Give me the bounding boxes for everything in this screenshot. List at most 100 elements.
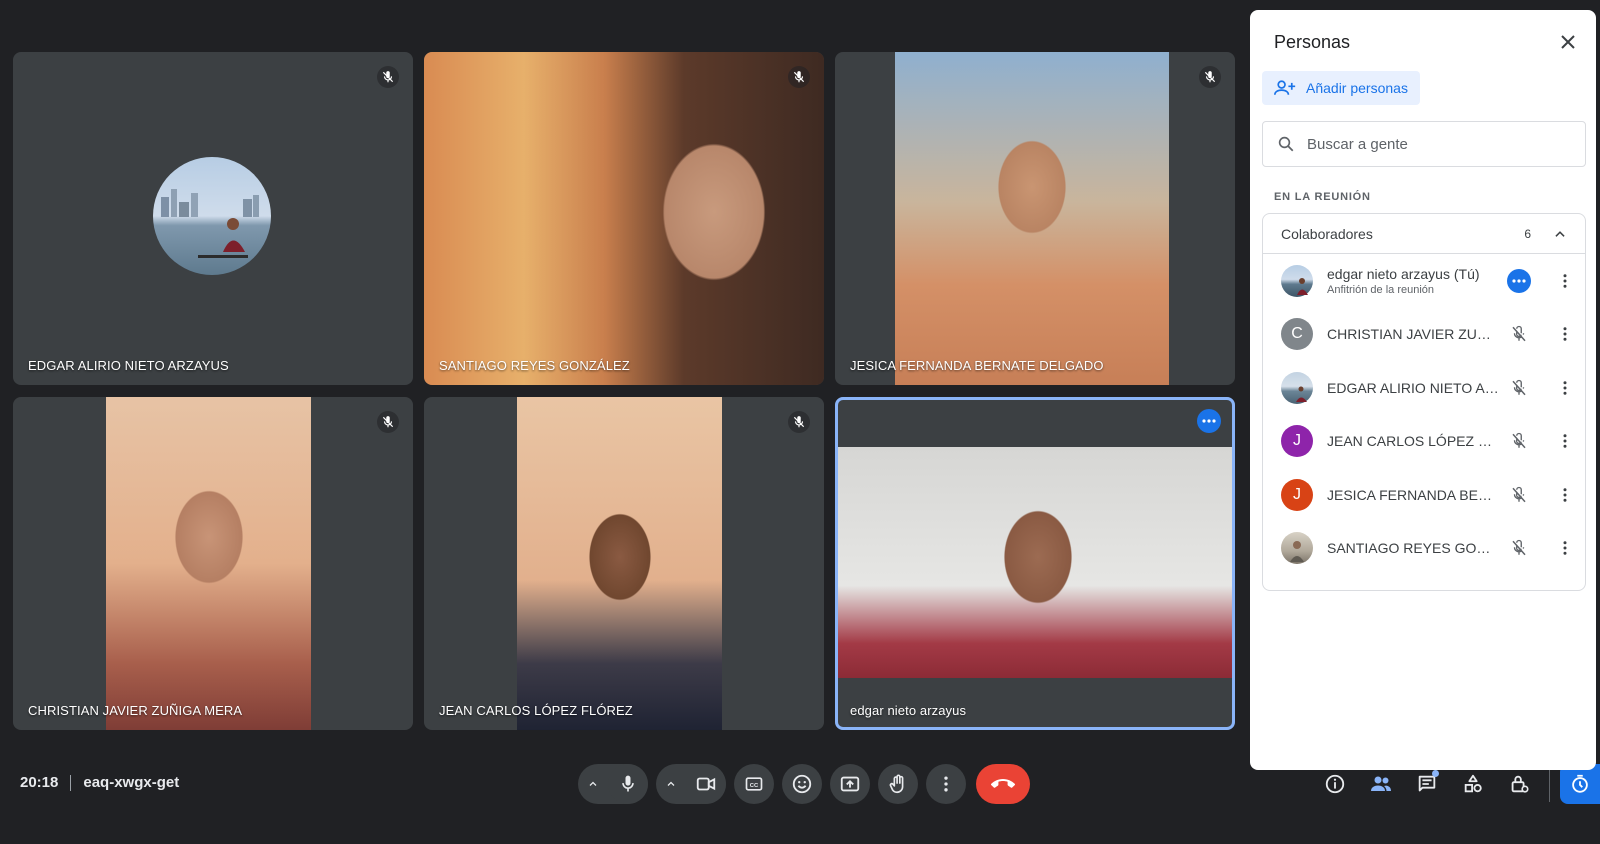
panel-title: Personas: [1274, 32, 1351, 52]
meeting-info: 20:18 eaq-xwgx-get: [20, 774, 179, 791]
participant-name: JESICA FERNANDA BERNATE DELGADO: [850, 358, 1104, 373]
participant-video: [424, 52, 824, 385]
muted-icon: [788, 411, 810, 433]
more-vert-icon: [944, 776, 948, 792]
captions-icon: CC: [745, 777, 763, 791]
mic-button[interactable]: [608, 764, 648, 804]
search-input[interactable]: [1307, 135, 1557, 153]
timer-button[interactable]: [1560, 764, 1600, 804]
add-person-icon: [1274, 80, 1296, 95]
muted-icon: [377, 411, 399, 433]
mic-off-icon: [1507, 376, 1531, 400]
svg-text:CC: CC: [750, 783, 759, 789]
divider: [70, 774, 72, 791]
section-label: EN LA REUNIÓN: [1274, 191, 1371, 203]
people-button[interactable]: 6: [1361, 752, 1401, 804]
participant-tile[interactable]: EDGAR ALIRIO NIETO ARZAYUS: [13, 52, 413, 385]
participant-row[interactable]: EDGAR ALIRIO NIETO AR...: [1263, 361, 1585, 415]
group-count: 6: [1524, 226, 1531, 241]
emoji-icon: [792, 774, 812, 794]
activities-icon: [1464, 774, 1482, 793]
mic-off-icon: [1507, 536, 1531, 560]
more-vert-icon[interactable]: [1553, 536, 1577, 560]
participant-video: [895, 52, 1169, 385]
avatar: J: [1281, 425, 1313, 458]
participant-row[interactable]: J JEAN CARLOS LÓPEZ FL...: [1263, 415, 1585, 469]
mic-off-icon: [1507, 429, 1531, 453]
participant-name: edgar nieto arzayus: [850, 703, 967, 718]
meeting-time: 20:18: [20, 774, 59, 791]
more-vert-icon[interactable]: [1553, 429, 1577, 453]
raise-hand-icon: [889, 774, 904, 794]
participant-row[interactable]: C CHRISTIAN JAVIER ZUÑI...: [1263, 308, 1585, 362]
participant-name: SANTIAGO REYES GONZÁLEZ: [439, 358, 630, 373]
present-icon: [840, 776, 860, 792]
participant-video: [838, 447, 1232, 678]
participant-row[interactable]: J JESICA FERNANDA BERN...: [1263, 468, 1585, 522]
captions-button[interactable]: CC: [734, 764, 774, 804]
participant-tile[interactable]: JESICA FERNANDA BERNATE DELGADO: [835, 52, 1235, 385]
chat-button[interactable]: [1407, 764, 1447, 804]
participant-role: Anfitrión de la reunión: [1327, 283, 1435, 296]
hang-up-button[interactable]: [976, 764, 1030, 804]
participant-name: SANTIAGO REYES GONZ...: [1327, 540, 1499, 557]
more-options-icon[interactable]: [1507, 268, 1531, 293]
search-icon: [1278, 136, 1294, 152]
camera-button[interactable]: [686, 764, 726, 804]
mic-control: [578, 764, 648, 804]
participant-name: EDGAR ALIRIO NIETO ARZAYUS: [28, 358, 229, 373]
participant-name: JEAN CARLOS LÓPEZ FL...: [1327, 433, 1499, 450]
search-field[interactable]: [1262, 121, 1586, 167]
muted-icon: [788, 66, 810, 88]
participants-group: Colaboradores 6 edgar nieto arzayus (Tú)…: [1262, 213, 1586, 591]
participant-video: [106, 397, 311, 730]
info-icon: [1325, 774, 1345, 794]
more-vert-icon[interactable]: [1553, 376, 1577, 400]
chevron-up-icon[interactable]: [578, 764, 608, 804]
add-people-button[interactable]: Añadir personas: [1262, 71, 1420, 105]
participant-tile[interactable]: CHRISTIAN JAVIER ZUÑIGA MERA: [13, 397, 413, 730]
participant-name: edgar nieto arzayus (Tú): [1327, 265, 1480, 282]
participant-tile-self[interactable]: edgar nieto arzayus: [835, 397, 1235, 730]
call-controls: CC: [578, 764, 1030, 804]
present-button[interactable]: [830, 764, 870, 804]
raise-hand-button[interactable]: [878, 764, 918, 804]
activities-button[interactable]: [1453, 764, 1493, 804]
more-options-button[interactable]: [926, 764, 966, 804]
emoji-button[interactable]: [782, 764, 822, 804]
more-vert-icon[interactable]: [1553, 483, 1577, 507]
muted-icon: [377, 66, 399, 88]
chevron-up-icon[interactable]: [1553, 227, 1567, 241]
mic-off-icon: [1507, 483, 1531, 507]
people-icon: [1371, 776, 1391, 791]
participant-name: EDGAR ALIRIO NIETO AR...: [1327, 379, 1499, 396]
camera-icon: [696, 777, 716, 791]
participant-avatar: [153, 157, 271, 275]
avatar: [1281, 532, 1313, 565]
participant-name: CHRISTIAN JAVIER ZUÑIGA MERA: [28, 703, 243, 718]
participant-name: JESICA FERNANDA BERN...: [1327, 486, 1499, 503]
notification-dot: [1432, 770, 1439, 777]
info-button[interactable]: [1315, 764, 1355, 804]
avatar: J: [1281, 478, 1313, 511]
host-controls-icon: [1511, 775, 1529, 793]
close-icon[interactable]: [1556, 30, 1580, 54]
hang-up-icon: [991, 779, 1015, 788]
more-vert-icon[interactable]: [1553, 322, 1577, 346]
chevron-up-icon[interactable]: [656, 764, 686, 804]
more-options-icon[interactable]: [1197, 409, 1221, 433]
muted-icon: [1199, 66, 1221, 88]
participant-row[interactable]: SANTIAGO REYES GONZ...: [1263, 522, 1585, 576]
add-people-label: Añadir personas: [1306, 80, 1408, 96]
participant-tile[interactable]: JEAN CARLOS LÓPEZ FLÓREZ: [424, 397, 824, 730]
participant-tile[interactable]: SANTIAGO REYES GONZÁLEZ: [424, 52, 824, 385]
mic-off-icon: [1507, 322, 1531, 346]
group-header[interactable]: Colaboradores 6: [1263, 214, 1585, 254]
people-panel: Personas Añadir personas EN LA REUNIÓN C…: [1250, 10, 1596, 770]
participant-name: CHRISTIAN JAVIER ZUÑI...: [1327, 326, 1499, 343]
host-controls-button[interactable]: [1499, 764, 1539, 804]
more-vert-icon[interactable]: [1553, 269, 1577, 293]
avatar: C: [1281, 318, 1313, 351]
participant-row[interactable]: edgar nieto arzayus (Tú) Anfitrión de la…: [1263, 254, 1585, 308]
avatar: [1281, 371, 1313, 404]
